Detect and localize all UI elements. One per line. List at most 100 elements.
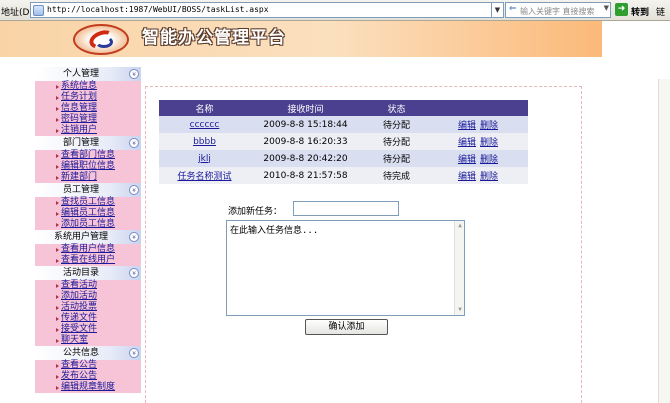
actions-cell: 编辑 删除 bbox=[432, 150, 528, 167]
task-info-textarea[interactable]: 在此输入任务信息... ▲ ▼ bbox=[226, 220, 465, 316]
sidebar-item[interactable]: 接受文件 bbox=[56, 324, 141, 335]
task-name-cell: bbbb bbox=[159, 133, 250, 150]
sidebar-item[interactable]: 编辑员工信息 bbox=[56, 208, 141, 219]
sidebar-item[interactable]: 传递文件 bbox=[56, 313, 141, 324]
chevron-down-icon[interactable]: ▼ bbox=[492, 2, 504, 18]
sidebar-menu: 个人管理 » 系统信息 任务计划 信息管理 密码管理 注销用户部门管理 » 查看部门信息 编辑职位… bbox=[35, 67, 141, 403]
delete-link[interactable]: 删除 bbox=[480, 172, 498, 182]
sidebar-item[interactable]: 查看公告 bbox=[56, 360, 141, 371]
menu-group-header[interactable]: 部门管理 » bbox=[35, 136, 141, 150]
received-time-cell: 2009-8-8 15:18:44 bbox=[263, 119, 348, 130]
search-input[interactable]: ⇐ 输入关键字 直接搜索 ▼ bbox=[505, 2, 611, 18]
task-name-link[interactable]: jklj bbox=[198, 154, 211, 164]
go-arrow-icon[interactable]: ➜ bbox=[615, 3, 628, 16]
task-table: 名称 接收时间 状态 cccccc 2009-8-8 15:18:44 待分配 编辑删… bbox=[159, 100, 528, 184]
task-name-link[interactable]: 任务名称测试 bbox=[177, 172, 231, 182]
sidebar-item[interactable]: 新建部门 bbox=[56, 172, 141, 183]
sidebar-item[interactable]: 注销用户 bbox=[56, 125, 141, 136]
collapse-chevron-icon[interactable]: » bbox=[129, 348, 139, 358]
address-url[interactable]: http://localhost:1987/WebUI/BOSS/taskLis… bbox=[47, 5, 269, 14]
sidebar-item[interactable]: 任务计划 bbox=[56, 92, 141, 103]
scroll-down-icon[interactable]: ▼ bbox=[456, 306, 464, 314]
col-header-actions bbox=[432, 100, 528, 116]
status-cell: 待完成 bbox=[382, 172, 410, 182]
collapse-chevron-icon[interactable]: » bbox=[129, 185, 139, 195]
table-row: jklj 2009-8-8 20:42:20 待分配 编辑 删除 bbox=[159, 150, 528, 167]
sidebar-item[interactable]: 活动投票 bbox=[56, 302, 141, 313]
menu-group-title: 系统用户管理 bbox=[53, 232, 108, 242]
menu-group-items: 查找员工信息 编辑员工信息 添加员工信息 bbox=[35, 197, 141, 230]
sidebar-item[interactable]: 查看部门信息 bbox=[56, 150, 141, 161]
site-title: 智能办公管理平台 bbox=[142, 28, 286, 48]
sidebar-item[interactable]: 查看在线用户 bbox=[56, 255, 141, 266]
task-name-link[interactable]: bbbb bbox=[193, 137, 216, 147]
edit-link[interactable]: 编辑 bbox=[458, 172, 476, 182]
task-name-cell: 任务名称测试 bbox=[159, 167, 250, 184]
textarea-text: 在此输入任务信息... bbox=[230, 226, 319, 236]
task-name-input[interactable] bbox=[293, 201, 399, 216]
col-header-status: 状态 bbox=[387, 104, 406, 115]
menu-group-header[interactable]: 员工管理 » bbox=[35, 183, 141, 197]
sidebar-item[interactable]: 查看活动 bbox=[56, 280, 141, 291]
go-button[interactable]: 转到 bbox=[631, 5, 649, 18]
menu-group-items: 系统信息 任务计划 信息管理 密码管理 注销用户 bbox=[35, 81, 141, 136]
menu-group-header[interactable]: 活动目录 » bbox=[35, 266, 141, 280]
menu-group-header[interactable]: 个人管理 » bbox=[35, 67, 141, 81]
collapse-chevron-icon[interactable]: » bbox=[129, 232, 139, 242]
sidebar-item[interactable]: 编辑规章制度 bbox=[56, 382, 141, 393]
header-banner: 智能办公管理平台 bbox=[0, 21, 602, 57]
menu-group-items: 查看公告 发布公告 编辑规章制度 bbox=[35, 360, 141, 393]
actions-cell: 编辑 删除 bbox=[432, 133, 528, 150]
sidebar-item[interactable]: 添加活动 bbox=[56, 291, 141, 302]
sidebar-item[interactable]: 添加员工信息 bbox=[56, 219, 141, 230]
menu-group-header[interactable]: 公共信息 » bbox=[35, 346, 141, 360]
menu-group-items: 查看活动 添加活动 活动投票 传递文件 接受文件 聊天室 bbox=[35, 280, 141, 346]
delete-link[interactable]: 删除 bbox=[480, 138, 498, 148]
textarea-scrollbar[interactable]: ▲ ▼ bbox=[454, 221, 464, 315]
table-header-row: 名称 接收时间 状态 bbox=[159, 100, 528, 116]
right-strip bbox=[602, 21, 670, 403]
menu-group-title: 公共信息 bbox=[62, 348, 99, 358]
received-time-cell: 2010-8-8 21:57:58 bbox=[263, 170, 348, 181]
scroll-up-icon[interactable]: ▲ bbox=[456, 222, 464, 230]
edit-link[interactable]: 编辑 bbox=[458, 138, 476, 148]
back-arrow-icon: ⇐ bbox=[509, 4, 517, 14]
task-name-cell: cccccc bbox=[159, 116, 250, 133]
collapse-chevron-icon[interactable]: » bbox=[129, 138, 139, 148]
address-input[interactable]: http://localhost:1987/WebUI/BOSS/taskLis… bbox=[30, 2, 492, 18]
sidebar-item[interactable]: 系统信息 bbox=[56, 81, 141, 92]
sidebar-item[interactable]: 聊天室 bbox=[56, 335, 141, 346]
sidebar-item[interactable]: 编辑职位信息 bbox=[56, 161, 141, 172]
logo-icon bbox=[73, 24, 129, 55]
address-bar: 地址(D) http://localhost:1987/WebUI/BOSS/t… bbox=[0, 0, 670, 21]
links-button[interactable]: 链 bbox=[656, 5, 665, 18]
status-cell: 待分配 bbox=[382, 138, 410, 148]
sidebar-item[interactable]: 信息管理 bbox=[56, 103, 141, 114]
edit-link[interactable]: 编辑 bbox=[458, 121, 476, 131]
confirm-add-button[interactable]: 确认添加 bbox=[305, 319, 388, 335]
sidebar-item[interactable]: 发布公告 bbox=[56, 371, 141, 382]
task-name-link[interactable]: cccccc bbox=[190, 120, 220, 130]
menu-group-title: 活动目录 bbox=[62, 268, 99, 278]
sidebar-item[interactable]: 密码管理 bbox=[56, 114, 141, 125]
collapse-chevron-icon[interactable]: » bbox=[129, 268, 139, 278]
status-cell: 待分配 bbox=[382, 155, 410, 165]
sidebar-item[interactable]: 查找员工信息 bbox=[56, 197, 141, 208]
menu-group-title: 部门管理 bbox=[62, 138, 99, 148]
chevron-down-icon[interactable]: ▼ bbox=[604, 4, 609, 12]
collapse-chevron-icon[interactable]: » bbox=[129, 69, 139, 79]
col-header-name: 名称 bbox=[195, 104, 214, 115]
menu-group-items: 查看部门信息 编辑职位信息 新建部门 bbox=[35, 150, 141, 183]
menu-group-title: 员工管理 bbox=[62, 185, 99, 195]
menu-group-header[interactable]: 系统用户管理 » bbox=[35, 230, 141, 244]
delete-link[interactable]: 删除 bbox=[480, 155, 498, 165]
menu-group-title: 个人管理 bbox=[62, 69, 99, 79]
edit-link[interactable]: 编辑 bbox=[458, 155, 476, 165]
sidebar-item[interactable]: 查看用户信息 bbox=[56, 244, 141, 255]
add-task-label: 添加新任务： bbox=[228, 207, 283, 217]
delete-link[interactable]: 删除 bbox=[480, 121, 498, 131]
received-time-cell: 2009-8-8 16:20:33 bbox=[263, 136, 348, 147]
search-placeholder: 输入关键字 直接搜索 bbox=[520, 7, 595, 16]
table-row: cccccc 2009-8-8 15:18:44 待分配 编辑 删除 bbox=[159, 116, 528, 133]
actions-cell: 编辑 删除 bbox=[432, 167, 528, 184]
